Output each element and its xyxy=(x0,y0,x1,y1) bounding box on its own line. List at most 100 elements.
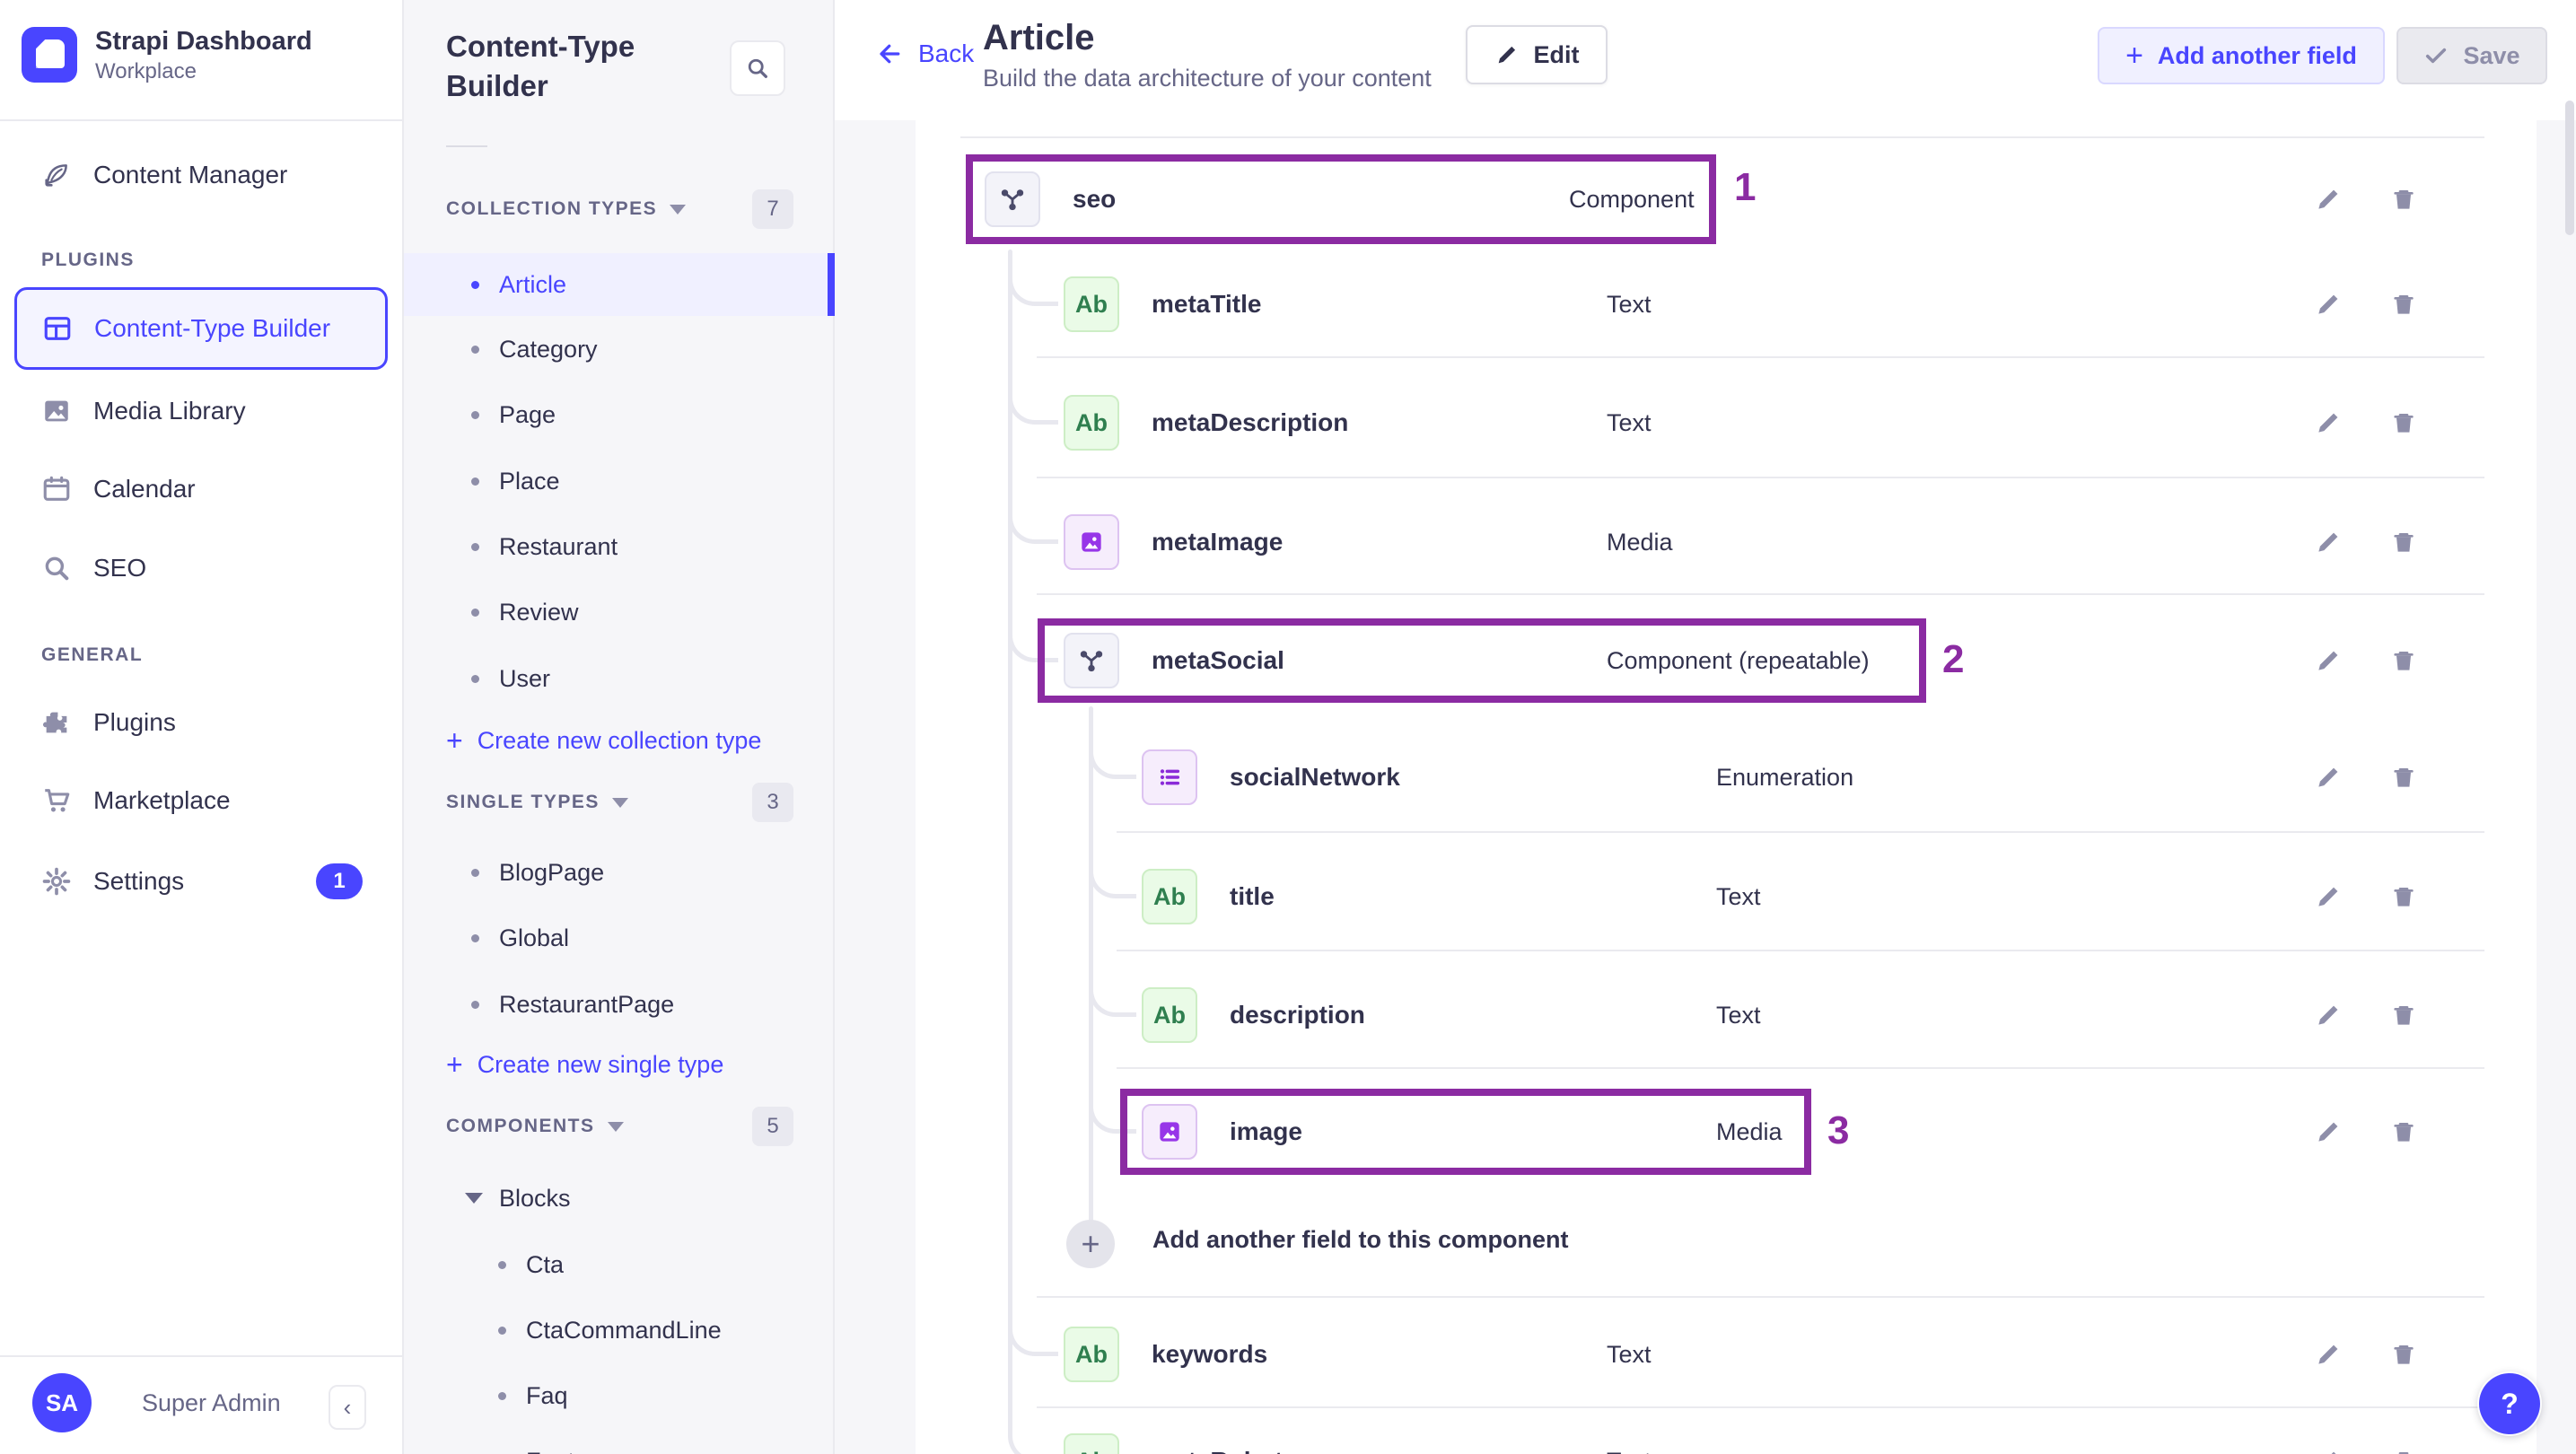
collapse-sidebar-button[interactable]: ‹ xyxy=(329,1385,366,1430)
create-collection-type-link[interactable]: + Create new collection type xyxy=(446,715,761,766)
sidebar-item-blogpage[interactable]: BlogPage xyxy=(404,841,835,904)
row-divider xyxy=(1117,1067,2484,1069)
gear-icon xyxy=(42,867,71,896)
bullet-icon xyxy=(471,345,479,354)
sidebar-item-ctacommandline[interactable]: CtaCommandLine xyxy=(404,1299,835,1362)
back-link[interactable]: Back xyxy=(875,39,974,68)
edit-field-button[interactable] xyxy=(2310,759,2346,795)
sidebar-item-content-manager[interactable]: Content Manager xyxy=(0,141,404,209)
add-component-field-label[interactable]: Add another field to this component xyxy=(1152,1226,1568,1254)
sidebar-item-media-library[interactable]: Media Library xyxy=(0,377,404,445)
edit-field-button[interactable] xyxy=(2310,181,2346,217)
sidebar-item-restaurantpage[interactable]: RestaurantPage xyxy=(404,973,835,1036)
sidebar-item-blocks[interactable]: Blocks xyxy=(404,1167,835,1230)
arrow-left-icon xyxy=(880,44,900,64)
sidebar-item-place[interactable]: Place xyxy=(404,450,835,512)
workspace-subtitle: Workplace xyxy=(95,59,197,83)
field-type: Text xyxy=(1607,408,1652,436)
annotation-box-1 xyxy=(966,154,1716,244)
edit-field-button[interactable] xyxy=(2310,524,2346,560)
sidebar-item-user[interactable]: User xyxy=(404,647,835,710)
edit-field-button[interactable] xyxy=(2310,997,2346,1033)
pencil-icon xyxy=(2318,1122,2338,1142)
row-divider xyxy=(960,136,2484,138)
sidebar-item-features[interactable]: Features xyxy=(404,1430,835,1454)
group-header-components[interactable]: COMPONENTS xyxy=(446,1107,624,1146)
divider xyxy=(446,145,487,147)
delete-field-button[interactable] xyxy=(2386,1114,2422,1150)
trash-icon xyxy=(2394,414,2414,433)
sidebar-item-category[interactable]: Category xyxy=(404,318,835,381)
scrollbar-thumb[interactable] xyxy=(2565,101,2574,235)
sidebar-item-seo[interactable]: SEO xyxy=(0,534,404,602)
delete-field-button[interactable] xyxy=(2386,643,2422,679)
delete-field-button[interactable] xyxy=(2386,524,2422,560)
calendar-icon xyxy=(43,476,70,501)
strapi-logo-icon[interactable] xyxy=(22,27,77,83)
user-name: Super Admin xyxy=(142,1389,281,1416)
avatar[interactable]: SA xyxy=(32,1373,92,1432)
field-name: description xyxy=(1230,1001,1365,1029)
field-type: Text xyxy=(1607,290,1652,318)
bullet-icon xyxy=(498,1260,506,1269)
add-another-field-button[interactable]: + Add another field xyxy=(2098,27,2385,84)
group-header-single-types[interactable]: SINGLE TYPES xyxy=(446,783,628,822)
sidebar-item-page[interactable]: Page xyxy=(404,383,835,446)
sidebar-item-cta[interactable]: Cta xyxy=(404,1233,835,1296)
edit-field-button[interactable] xyxy=(2310,643,2346,679)
trash-icon xyxy=(2394,533,2414,552)
plus-icon: + xyxy=(446,1047,463,1081)
sidebar-item-faq[interactable]: Faq xyxy=(404,1364,835,1427)
tree-elbow xyxy=(1008,252,1058,306)
edit-button[interactable]: Edit xyxy=(1466,25,1608,84)
text-field-icon: Ab xyxy=(1142,987,1197,1043)
sidebar-item-article[interactable]: Article xyxy=(404,253,835,316)
bullet-icon xyxy=(471,280,479,289)
add-component-field-button[interactable]: + xyxy=(1066,1220,1115,1268)
page-header: Back Article Build the data architecture… xyxy=(835,0,2576,120)
sidebar-item-marketplace[interactable]: Marketplace xyxy=(0,766,404,835)
row-divider xyxy=(1037,356,2484,358)
bullet-icon xyxy=(471,542,479,551)
edit-field-button[interactable] xyxy=(2310,1114,2346,1150)
field-type: Text xyxy=(1607,1340,1652,1368)
delete-field-button[interactable] xyxy=(2386,1336,2422,1372)
annotation-box-2 xyxy=(1038,618,1926,703)
check-icon xyxy=(2426,48,2447,64)
delete-field-button[interactable] xyxy=(2386,997,2422,1033)
delete-field-button[interactable] xyxy=(2386,759,2422,795)
sidebar-item-global[interactable]: Global xyxy=(404,907,835,969)
sidebar-item-calendar[interactable]: Calendar xyxy=(0,455,404,523)
sidebar-item-review[interactable]: Review xyxy=(404,581,835,644)
group-header-collection-types[interactable]: COLLECTION TYPES xyxy=(446,189,687,229)
delete-field-button[interactable] xyxy=(2386,879,2422,915)
delete-field-button[interactable] xyxy=(2386,1443,2422,1454)
components-count: 5 xyxy=(752,1107,793,1146)
pencil-icon xyxy=(1498,46,1515,64)
field-name: metaImage xyxy=(1152,528,1284,556)
edit-field-button[interactable] xyxy=(2310,405,2346,441)
search-button[interactable] xyxy=(730,40,785,96)
save-button[interactable]: Save xyxy=(2396,27,2547,84)
edit-field-button[interactable] xyxy=(2310,286,2346,322)
cart-icon xyxy=(45,789,70,812)
row-divider xyxy=(1037,1406,2484,1408)
create-single-type-link[interactable]: + Create new single type xyxy=(446,1039,723,1090)
text-field-icon: Ab xyxy=(1064,1433,1119,1454)
edit-field-button[interactable] xyxy=(2310,879,2346,915)
delete-field-button[interactable] xyxy=(2386,181,2422,217)
delete-field-button[interactable] xyxy=(2386,286,2422,322)
pencil-icon xyxy=(2318,1005,2338,1025)
field-name: socialNetwork xyxy=(1230,763,1400,791)
delete-field-button[interactable] xyxy=(2386,405,2422,441)
sidebar-item-content-type-builder[interactable]: Content-Type Builder xyxy=(14,287,388,370)
annotation-number-3: 3 xyxy=(1827,1108,1850,1152)
sidebar-item-plugins[interactable]: Plugins xyxy=(0,688,404,757)
chevron-down-icon xyxy=(607,1121,624,1132)
edit-field-button[interactable] xyxy=(2310,1336,2346,1372)
help-button[interactable]: ? xyxy=(2479,1373,2540,1434)
sidebar-item-restaurant[interactable]: Restaurant xyxy=(404,515,835,578)
edit-field-button[interactable] xyxy=(2310,1443,2346,1454)
bullet-icon xyxy=(471,608,479,617)
chevron-down-icon xyxy=(611,797,628,808)
